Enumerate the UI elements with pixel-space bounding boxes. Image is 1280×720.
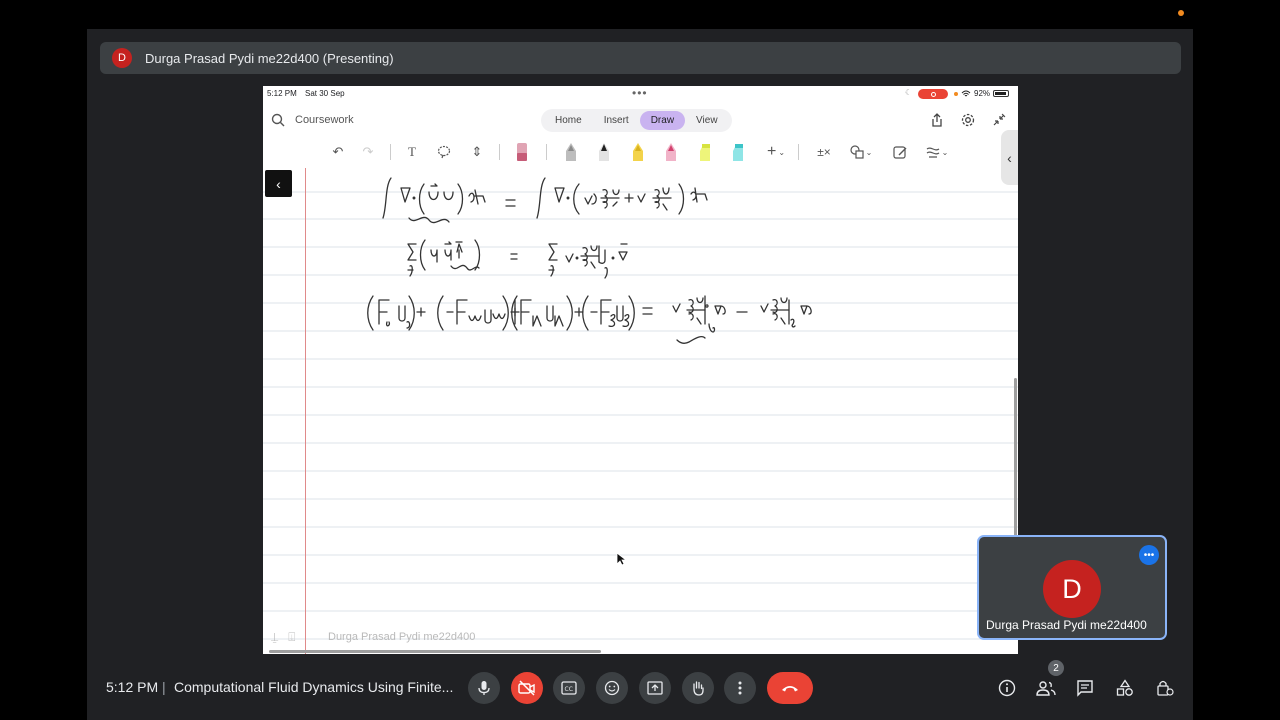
presenter-avatar: D bbox=[112, 48, 132, 68]
pencil-icon[interactable] bbox=[564, 141, 578, 163]
tab-home[interactable]: Home bbox=[544, 111, 593, 130]
info-icon bbox=[998, 679, 1016, 697]
presenter-label: Durga Prasad Pydi me22d400 (Presenting) bbox=[145, 50, 394, 66]
chat-icon bbox=[1077, 680, 1093, 697]
handwriting-ink bbox=[367, 177, 812, 344]
mic-indicator-dot bbox=[954, 91, 958, 96]
pen-pink-icon[interactable] bbox=[664, 141, 678, 163]
leave-call-button[interactable] bbox=[767, 672, 813, 704]
highlighter-yellow-icon[interactable] bbox=[631, 141, 645, 163]
search-placeholder: Coursework bbox=[295, 114, 354, 126]
camera-off-icon bbox=[518, 680, 535, 696]
status-time: 5:12 PM bbox=[267, 89, 297, 98]
participant-name: Durga Prasad Pydi me22d400 bbox=[986, 618, 1147, 632]
activities-icon bbox=[1116, 679, 1133, 696]
meeting-details-button[interactable] bbox=[995, 676, 1019, 700]
lasso-icon[interactable] bbox=[435, 142, 453, 162]
collapse-icon[interactable] bbox=[991, 112, 1007, 128]
people-button[interactable] bbox=[1034, 676, 1058, 700]
eraser-icon[interactable] bbox=[515, 141, 529, 163]
tab-insert[interactable]: Insert bbox=[593, 111, 640, 130]
insert-space-icon[interactable]: ⇕ bbox=[468, 142, 486, 162]
meeting-controls-bar: 5:12 PM | Computational Fluid Dynamics U… bbox=[87, 660, 1193, 715]
back-button[interactable]: ‹ bbox=[265, 170, 292, 197]
battery-percent: 92% bbox=[974, 89, 991, 98]
activities-button[interactable] bbox=[1113, 676, 1137, 700]
captions-button[interactable]: CC bbox=[553, 672, 585, 704]
meeting-title: Computational Fluid Dynamics Using Finit… bbox=[174, 679, 454, 695]
highlighter-lime-icon[interactable] bbox=[698, 141, 712, 163]
undo-icon[interactable]: ↶ bbox=[329, 142, 347, 162]
meeting-divider: | bbox=[162, 679, 166, 695]
lock-person-icon bbox=[1157, 680, 1174, 696]
toolbar-divider bbox=[546, 144, 547, 160]
vertical-scrollbar[interactable] bbox=[1014, 378, 1017, 538]
svg-text:CC: CC bbox=[565, 686, 573, 693]
emoji-icon bbox=[604, 680, 620, 696]
redo-icon[interactable]: ↷ bbox=[359, 142, 377, 162]
add-pen-icon[interactable]: + ⌄ bbox=[761, 142, 791, 162]
raise-hand-button[interactable] bbox=[682, 672, 714, 704]
math-icon[interactable]: ±× bbox=[815, 142, 833, 162]
hang-up-icon bbox=[782, 686, 798, 692]
toolbar-divider bbox=[390, 144, 391, 160]
closed-captions-icon: CC bbox=[561, 681, 577, 695]
highlighter-cyan-icon[interactable] bbox=[731, 141, 745, 163]
more-options-icon[interactable]: ••• bbox=[1139, 545, 1159, 565]
presenter-watermark: Durga Prasad Pydi me22d400 bbox=[328, 631, 476, 643]
toolbar-divider bbox=[798, 144, 799, 160]
present-button[interactable] bbox=[639, 672, 671, 704]
status-right: 92% bbox=[954, 89, 1010, 98]
pin-icon: ⍊ bbox=[271, 630, 279, 644]
wifi-icon bbox=[961, 90, 971, 96]
ribbon-tabs: Home Insert Draw View bbox=[541, 109, 732, 132]
tab-view[interactable]: View bbox=[685, 111, 729, 130]
host-controls-button[interactable] bbox=[1153, 676, 1177, 700]
share-icon[interactable] bbox=[929, 112, 945, 128]
reactions-button[interactable] bbox=[596, 672, 628, 704]
mouse-cursor-icon bbox=[616, 552, 626, 566]
header-actions bbox=[929, 112, 1007, 128]
more-vert-icon bbox=[738, 681, 742, 695]
screen-recording-icon bbox=[918, 89, 948, 99]
search-icon bbox=[271, 113, 285, 127]
notebook-search[interactable]: Coursework bbox=[271, 113, 354, 127]
ipad-status-bar: 5:12 PM Sat 30 Sep ••• ☾ 92% bbox=[263, 86, 1018, 102]
toolbar-divider bbox=[499, 144, 500, 160]
ink-to-text-icon[interactable] bbox=[891, 142, 909, 162]
microphone-button[interactable] bbox=[468, 672, 500, 704]
self-view-tile[interactable]: D ••• Durga Prasad Pydi me22d400 bbox=[977, 535, 1167, 640]
more-options-button[interactable] bbox=[724, 672, 756, 704]
text-tool-icon[interactable]: T bbox=[403, 142, 421, 162]
people-icon bbox=[1036, 681, 1056, 696]
presenter-bar: D Durga Prasad Pydi me22d400 (Presenting… bbox=[100, 42, 1181, 74]
pen-black-icon[interactable] bbox=[597, 141, 611, 163]
app-header: 5:12 PM Sat 30 Sep ••• ☾ 92% Coursework … bbox=[263, 86, 1018, 168]
gear-icon[interactable] bbox=[960, 112, 976, 128]
status-date: Sat 30 Sep bbox=[305, 89, 345, 98]
present-screen-icon bbox=[647, 681, 663, 695]
chat-button[interactable] bbox=[1073, 676, 1097, 700]
shared-screen: 5:12 PM Sat 30 Sep ••• ☾ 92% Coursework … bbox=[263, 86, 1018, 654]
focus-moon-icon: ☾ bbox=[905, 88, 913, 97]
tab-draw[interactable]: Draw bbox=[639, 111, 686, 130]
raise-hand-icon bbox=[693, 681, 704, 696]
shapes-icon[interactable]: ⌄ bbox=[847, 142, 875, 162]
meeting-clock: 5:12 PM bbox=[106, 679, 159, 695]
page-footer-icons: ⍊ ⍗ bbox=[271, 630, 295, 645]
battery-icon bbox=[993, 90, 1010, 97]
microphone-icon bbox=[478, 681, 490, 695]
avatar: D bbox=[1043, 560, 1101, 618]
draw-toolbar: ↶ ↷ T ⇕ + ⌄ ±× ⌄ ⌄ bbox=[263, 138, 1018, 166]
collapse-panel-handle[interactable]: ‹ bbox=[1001, 130, 1018, 185]
ruler-icon[interactable]: ⌄ bbox=[923, 142, 951, 162]
multitask-dots-icon[interactable]: ••• bbox=[632, 86, 648, 100]
notification-dot bbox=[1178, 10, 1184, 16]
horizontal-scrollbar[interactable] bbox=[269, 650, 601, 653]
people-count-badge: 2 bbox=[1048, 660, 1064, 676]
camera-button[interactable] bbox=[511, 672, 543, 704]
download-icon: ⍗ bbox=[288, 630, 296, 644]
